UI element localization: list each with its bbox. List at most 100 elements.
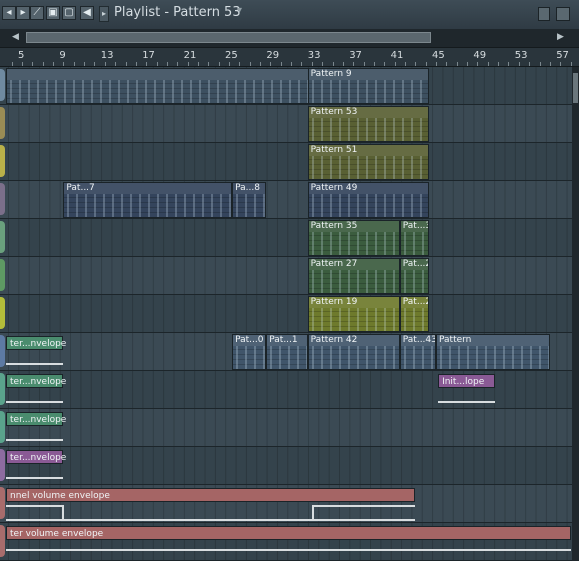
pattern-clip-notes — [400, 270, 428, 293]
playlist-track[interactable]: Pat...7 Pa...8 Pattern 49 — [0, 181, 572, 219]
track-color-handle[interactable] — [0, 373, 5, 405]
arrow-right-icon[interactable]: ▸ — [16, 6, 30, 20]
playlist-track[interactable]: nnel volume envelope — [0, 485, 572, 523]
ruler-tick — [239, 62, 241, 66]
track-color-handle[interactable] — [0, 145, 5, 177]
automation-clip[interactable]: ter...nvelope — [6, 412, 66, 426]
scroll-right-icon[interactable]: ▶ — [557, 32, 564, 42]
ruler-bar-number: 5 — [18, 50, 25, 61]
playlist-track[interactable]: ter...nvelope — [0, 409, 572, 447]
playlist-track[interactable]: Pattern 35Pat...36 — [0, 219, 572, 257]
bar-ruler[interactable]: 5 9 13 17 21 25 29 33 37 41 45 49 53 57 — [0, 48, 579, 67]
minimize-button[interactable] — [538, 7, 550, 21]
pattern-clip[interactable]: Pat...7 — [63, 182, 233, 218]
pattern-clip[interactable]: Pa...8 — [232, 182, 267, 218]
track-color-handle[interactable] — [0, 449, 5, 481]
pattern-clip[interactable]: Pat...20 — [399, 296, 429, 332]
track-color-handle[interactable] — [0, 259, 5, 291]
ruler-tick — [135, 62, 137, 66]
track-color-handle[interactable] — [0, 107, 5, 139]
ruler-bar-number: 33 — [307, 50, 321, 61]
pattern-clip-label: Pat...43 — [400, 335, 435, 346]
ruler-tick — [456, 62, 458, 66]
track-color-handle[interactable] — [0, 411, 5, 443]
pattern-clip-notes — [400, 232, 428, 255]
playlist-track[interactable]: Pattern 19Pat...20 — [0, 295, 572, 333]
ruler-tick — [539, 62, 541, 66]
track-color-handle[interactable] — [0, 335, 5, 367]
ruler-tick — [446, 62, 448, 66]
ruler-tick — [373, 62, 375, 66]
pattern-clip[interactable]: Pattern 35 — [307, 220, 400, 256]
automation-clip[interactable]: ter...nvelope — [6, 336, 66, 350]
track-color-handle[interactable] — [0, 297, 5, 329]
pattern-clip[interactable]: Pattern 19 — [307, 296, 400, 332]
pattern-clip-label: Pattern 27 — [308, 259, 399, 270]
track-color-handle[interactable] — [0, 221, 5, 253]
pattern-clip-label: Pattern 35 — [308, 221, 399, 232]
playlist-track[interactable]: ter...nvelope — [0, 447, 572, 485]
speaker-icon[interactable]: ◀ — [80, 6, 94, 20]
playlist-track[interactable]: Pattern 53 — [0, 105, 572, 143]
title-menu-icon[interactable]: ▸ — [99, 6, 109, 22]
playlist-track[interactable]: ter...nvelope Pat...0 Pat...1 Pattern 42 Pat… — [0, 333, 572, 371]
ruler-tick — [146, 62, 148, 66]
ruler-tick — [508, 62, 510, 66]
ruler-tick — [177, 62, 179, 66]
automation-clip[interactable]: ter...nvelope — [6, 374, 66, 388]
pattern-clip[interactable]: Pattern 53 — [307, 106, 429, 142]
playlist-track[interactable]: Pattern 51 — [0, 143, 572, 181]
pattern-clip[interactable]: Pattern 42 — [307, 334, 400, 370]
select-tool-icon[interactable]: ▣ — [46, 6, 60, 20]
vertical-scroll-thumb[interactable] — [573, 73, 578, 103]
track-color-handle[interactable] — [0, 69, 5, 101]
scroll-thumb[interactable] — [26, 32, 431, 43]
track-color-handle[interactable] — [0, 487, 5, 519]
playlist-track[interactable]: Pattern 27Pat...28 — [0, 257, 572, 295]
slice-tool-icon[interactable]: ⟋ — [30, 6, 44, 20]
track-color-handle[interactable] — [0, 525, 5, 557]
vertical-scrollbar[interactable] — [572, 67, 579, 561]
chevron-down-icon[interactable]: ▾ — [237, 5, 242, 16]
pattern-clip-notes — [308, 156, 428, 179]
automation-clip[interactable]: ter...nvelope — [6, 450, 66, 464]
ruler-tick — [197, 62, 199, 66]
ruler-tick — [42, 62, 44, 66]
horizontal-scrollbar[interactable]: ◀ ▶ — [0, 29, 579, 48]
pattern-clip-label: Pat...0 — [233, 335, 266, 346]
playlist-track[interactable]: ter volume envelope — [0, 523, 572, 561]
pattern-clip[interactable]: Pattern 9 — [307, 68, 429, 104]
pattern-clip[interactable]: Pattern 49 — [307, 182, 429, 218]
track-color-handle[interactable] — [0, 183, 5, 215]
zoom-tool-icon[interactable]: ▢ — [62, 6, 76, 20]
automation-clip[interactable]: Init...lope — [438, 374, 495, 388]
ruler-tick — [332, 62, 334, 66]
close-button[interactable] — [556, 7, 570, 21]
ruler-tick — [270, 62, 272, 66]
playlist-track[interactable]: ter...nvelope Init...lope — [0, 371, 572, 409]
ruler-tick — [249, 62, 251, 66]
pattern-clip-label: Pattern 53 — [308, 107, 428, 118]
pattern-clip[interactable]: Pattern — [436, 334, 550, 370]
scroll-left-icon[interactable]: ◀ — [12, 32, 19, 42]
pattern-clip[interactable]: Pat...1 — [266, 334, 308, 370]
ruler-tick — [280, 62, 282, 66]
playlist-track[interactable]: Pattern 9 — [0, 67, 572, 105]
pattern-clip-label: Pat...7 — [64, 183, 232, 194]
pattern-clip[interactable]: Pat...28 — [399, 258, 429, 294]
pattern-clip[interactable]: Pat...36 — [399, 220, 429, 256]
arrow-left-icon[interactable]: ◂ — [2, 6, 16, 20]
ruler-tick — [260, 62, 262, 66]
ruler-tick — [104, 62, 106, 66]
ruler-tick — [487, 62, 489, 66]
pattern-clip-notes — [308, 346, 399, 369]
ruler-tick — [322, 62, 324, 66]
automation-clip[interactable]: nnel volume envelope — [6, 488, 416, 502]
pattern-clip[interactable]: Pat...0 — [232, 334, 267, 370]
pattern-clip[interactable]: Pattern 51 — [307, 144, 429, 180]
ruler-tick — [22, 62, 23, 66]
automation-clip[interactable]: ter volume envelope — [6, 526, 571, 540]
pattern-clip[interactable]: Pattern 27 — [307, 258, 400, 294]
ruler-tick — [291, 62, 293, 66]
pattern-clip[interactable]: Pat...43 — [399, 334, 436, 370]
